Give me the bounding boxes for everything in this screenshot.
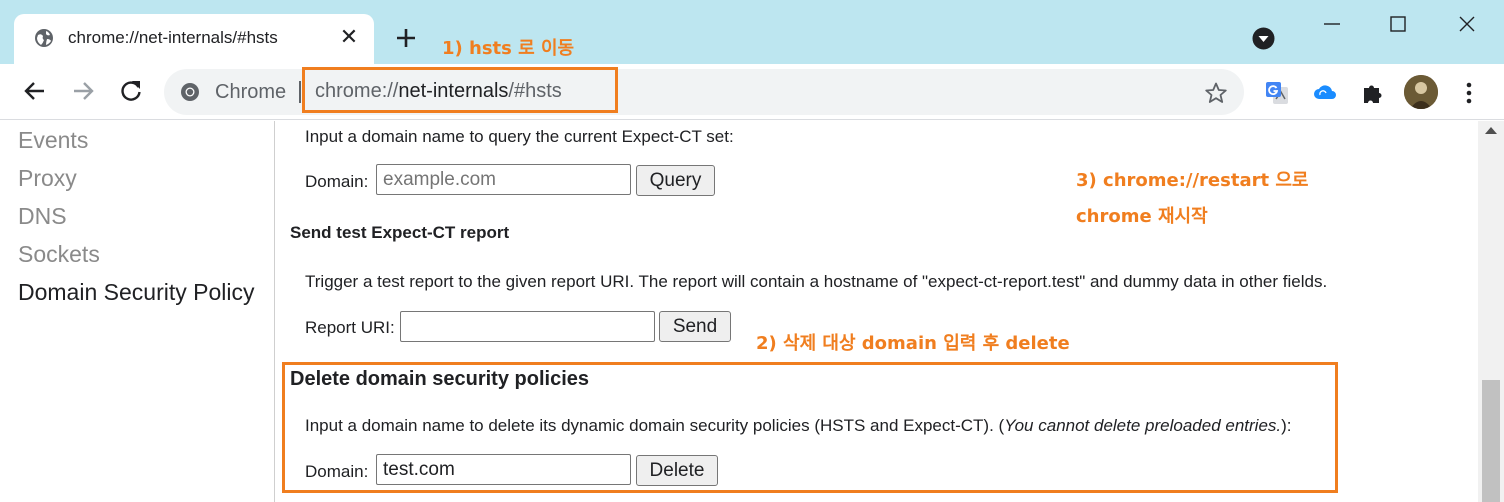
report-uri-input[interactable] — [400, 311, 655, 342]
close-window-icon[interactable] — [1455, 12, 1479, 36]
chrome-logo-icon[interactable] — [180, 82, 200, 102]
reload-icon[interactable] — [118, 78, 144, 104]
arrow-right-icon[interactable] — [70, 78, 96, 104]
puzzle-icon[interactable] — [1360, 80, 1386, 106]
report-uri-label: Report URI: — [305, 318, 395, 337]
maximize-icon[interactable] — [1386, 12, 1410, 36]
query-domain-input[interactable] — [376, 164, 631, 195]
plus-icon[interactable] — [392, 24, 420, 52]
sidebar-item-proxy[interactable]: Proxy — [18, 165, 77, 192]
annotation-step3-line1: 3) chrome://restart 으로 — [1076, 170, 1309, 191]
sidebar: Events Proxy DNS Sockets Domain Security… — [0, 121, 275, 502]
scrollbar[interactable] — [1478, 121, 1504, 502]
site-chip-label: Chrome — [215, 81, 287, 103]
scroll-up-arrow-icon[interactable] — [1485, 127, 1497, 134]
query-ct-description: Input a domain name to query the current… — [305, 127, 734, 146]
tab-strip: chrome://net-internals/#hsts ✕ 1) hsts 로… — [0, 0, 1504, 66]
send-test-heading: Send test Expect-CT report — [290, 223, 510, 242]
cloud-icon[interactable] — [1312, 80, 1338, 106]
minimize-icon[interactable] — [1320, 12, 1344, 36]
tab-title: chrome://net-internals/#hsts — [68, 28, 278, 47]
send-test-description: Trigger a test report to the given repor… — [305, 272, 1328, 291]
sidebar-item-dns[interactable]: DNS — [18, 203, 67, 230]
star-icon[interactable] — [1204, 81, 1228, 105]
send-button[interactable]: Send — [659, 311, 731, 342]
annotation-step1: 1) hsts 로 이동 — [442, 38, 575, 59]
url-highlight-box — [302, 67, 618, 113]
query-domain-label: Domain: — [305, 172, 369, 191]
kebab-menu-icon[interactable] — [1458, 80, 1480, 106]
query-button[interactable]: Query — [636, 165, 715, 196]
tab-net-internals[interactable]: chrome://net-internals/#hsts ✕ — [14, 14, 374, 66]
avatar[interactable] — [1404, 75, 1438, 109]
annotation-step3-line2: chrome 재시작 — [1076, 206, 1208, 227]
tab-search-icon[interactable] — [1252, 27, 1275, 50]
scrollbar-thumb[interactable] — [1482, 380, 1500, 502]
arrow-left-icon[interactable] — [22, 78, 48, 104]
chip-separator — [299, 81, 301, 103]
close-tab-icon[interactable]: ✕ — [336, 24, 362, 50]
profile-photo-icon — [1404, 75, 1438, 109]
google-translate-icon[interactable] — [1264, 80, 1290, 106]
globe-icon — [35, 29, 53, 47]
delete-highlight-box — [282, 362, 1338, 493]
sidebar-item-domain-security-policy[interactable]: Domain Security Policy — [18, 279, 254, 306]
annotation-step2: 2) 삭제 대상 domain 입력 후 delete — [756, 333, 1070, 354]
sidebar-item-sockets[interactable]: Sockets — [18, 241, 100, 268]
sidebar-item-events[interactable]: Events — [18, 127, 88, 154]
